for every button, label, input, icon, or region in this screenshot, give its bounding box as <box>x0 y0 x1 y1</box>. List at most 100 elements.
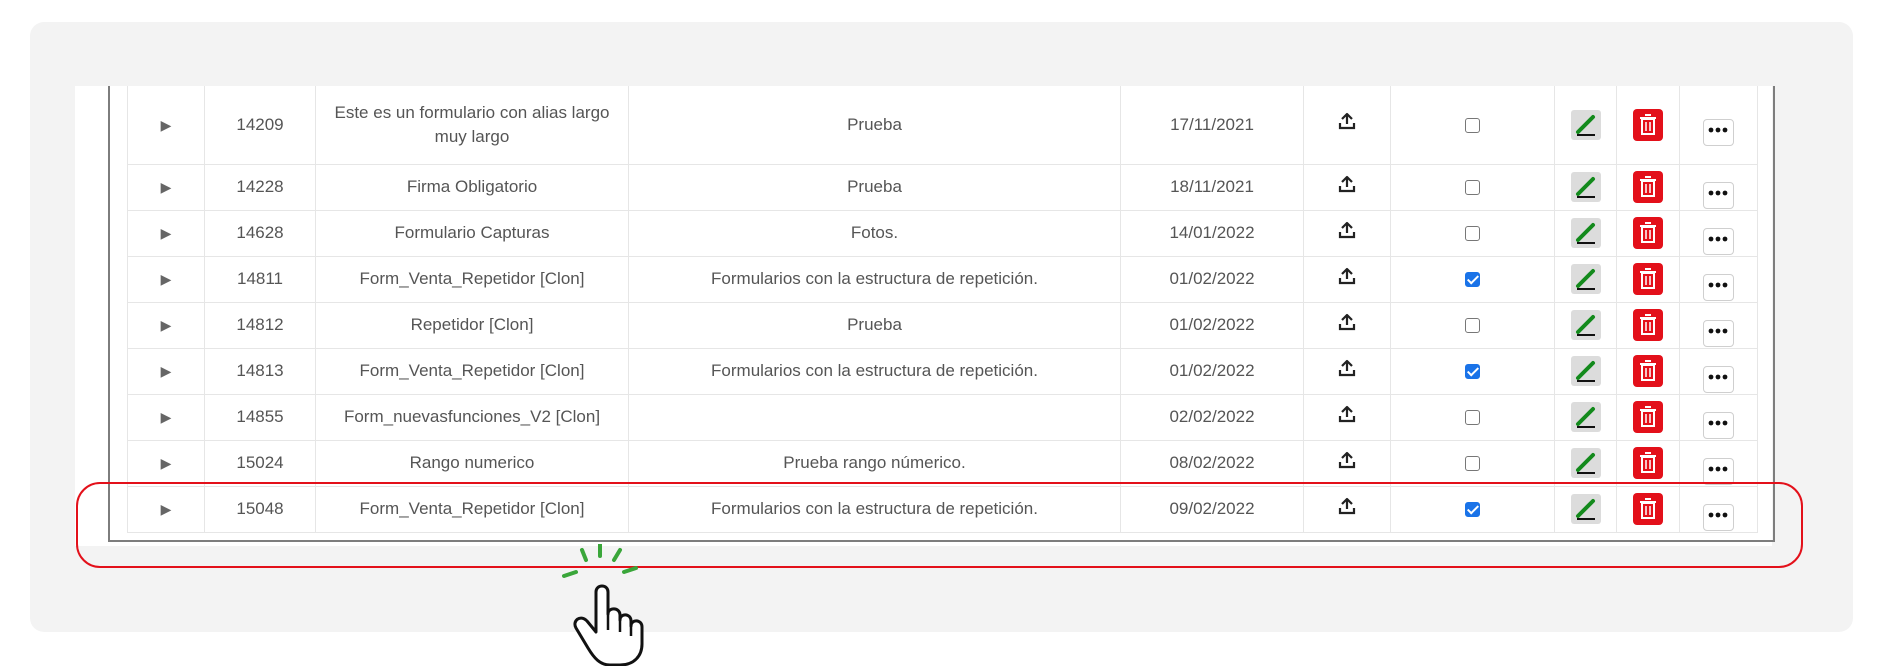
delete-cell[interactable] <box>1616 348 1680 395</box>
upload-icon[interactable] <box>1337 266 1357 286</box>
more-cell[interactable] <box>1679 256 1758 303</box>
delete-button[interactable] <box>1633 401 1663 433</box>
more-cell[interactable] <box>1679 86 1758 165</box>
more-cell[interactable] <box>1679 440 1758 487</box>
delete-button[interactable] <box>1633 217 1663 249</box>
row-checkbox[interactable] <box>1465 272 1480 288</box>
more-options-button[interactable] <box>1703 181 1734 209</box>
edit-button[interactable] <box>1570 264 1601 294</box>
expand-arrow-icon[interactable]: ▶ <box>161 179 172 195</box>
checkbox-cell[interactable] <box>1390 210 1555 257</box>
upload-cell[interactable] <box>1303 440 1391 487</box>
edit-cell[interactable] <box>1554 302 1617 349</box>
row-checkbox[interactable] <box>1465 456 1480 472</box>
edit-cell[interactable] <box>1554 164 1617 211</box>
delete-button[interactable] <box>1633 171 1663 203</box>
more-cell[interactable] <box>1679 348 1758 395</box>
expand-arrow-icon[interactable]: ▶ <box>161 317 172 333</box>
checkbox-cell[interactable] <box>1390 302 1555 349</box>
expand-arrow-icon[interactable]: ▶ <box>161 117 172 133</box>
delete-button[interactable] <box>1633 108 1663 141</box>
delete-button[interactable] <box>1633 355 1663 387</box>
edit-cell[interactable] <box>1554 86 1617 165</box>
more-cell[interactable] <box>1679 302 1758 349</box>
delete-button[interactable] <box>1633 263 1663 295</box>
expand-cell[interactable]: ▶ <box>127 394 205 441</box>
upload-cell[interactable] <box>1303 86 1391 165</box>
row-checkbox[interactable] <box>1465 410 1480 426</box>
expand-arrow-icon[interactable]: ▶ <box>161 271 172 287</box>
expand-cell[interactable]: ▶ <box>127 256 205 303</box>
upload-cell[interactable] <box>1303 210 1391 257</box>
table-row[interactable]: ▶ 14811 Form_Venta_Repetidor [Clon] Form… <box>127 256 1758 303</box>
upload-cell[interactable] <box>1303 394 1391 441</box>
delete-cell[interactable] <box>1616 256 1680 303</box>
upload-cell[interactable] <box>1303 164 1391 211</box>
upload-cell[interactable] <box>1303 302 1391 349</box>
edit-cell[interactable] <box>1554 394 1617 441</box>
upload-icon[interactable] <box>1337 220 1357 240</box>
table-row[interactable]: ▶ 15024 Rango numerico Prueba rango núme… <box>127 440 1758 487</box>
expand-arrow-icon[interactable]: ▶ <box>161 363 172 379</box>
table-row[interactable]: ▶ 14228 Firma Obligatorio Prueba 18/11/2… <box>127 164 1758 211</box>
row-checkbox[interactable] <box>1465 180 1480 196</box>
more-options-button[interactable] <box>1703 319 1734 347</box>
more-options-button[interactable] <box>1703 365 1734 393</box>
checkbox-cell[interactable] <box>1390 440 1555 487</box>
expand-cell[interactable]: ▶ <box>127 210 205 257</box>
more-cell[interactable] <box>1679 210 1758 257</box>
table-row[interactable]: ▶ 14855 Form_nuevasfunciones_V2 [Clon] 0… <box>127 394 1758 441</box>
delete-cell[interactable] <box>1616 394 1680 441</box>
checkbox-cell[interactable] <box>1390 164 1555 211</box>
checkbox-cell[interactable] <box>1390 86 1555 165</box>
row-checkbox[interactable] <box>1465 318 1480 334</box>
expand-cell[interactable]: ▶ <box>127 164 205 211</box>
delete-button[interactable] <box>1633 309 1663 341</box>
expand-arrow-icon[interactable]: ▶ <box>161 225 172 241</box>
expand-cell[interactable]: ▶ <box>127 302 205 349</box>
edit-button[interactable] <box>1570 172 1601 202</box>
delete-cell[interactable] <box>1616 440 1680 487</box>
edit-cell[interactable] <box>1554 348 1617 395</box>
delete-cell[interactable] <box>1616 210 1680 257</box>
more-options-button[interactable] <box>1703 411 1734 439</box>
expand-arrow-icon[interactable]: ▶ <box>161 455 172 471</box>
expand-cell[interactable]: ▶ <box>127 86 205 165</box>
more-options-button[interactable] <box>1703 119 1734 147</box>
edit-button[interactable] <box>1570 310 1601 340</box>
row-checkbox[interactable] <box>1465 226 1480 242</box>
table-row[interactable]: ▶ 14812 Repetidor [Clon] Prueba 01/02/20… <box>127 302 1758 349</box>
upload-icon[interactable] <box>1337 450 1357 470</box>
delete-button[interactable] <box>1633 447 1663 479</box>
table-row[interactable]: ▶ 14209 Este es un formulario con alias … <box>127 86 1758 165</box>
upload-icon[interactable] <box>1337 174 1357 194</box>
edit-button[interactable] <box>1570 356 1601 386</box>
row-checkbox[interactable] <box>1465 364 1480 380</box>
row-checkbox[interactable] <box>1465 117 1480 133</box>
more-cell[interactable] <box>1679 164 1758 211</box>
table-row[interactable]: ▶ 14628 Formulario Capturas Fotos. 14/01… <box>127 210 1758 257</box>
upload-icon[interactable] <box>1337 404 1357 424</box>
expand-cell[interactable]: ▶ <box>127 348 205 395</box>
edit-cell[interactable] <box>1554 440 1617 487</box>
checkbox-cell[interactable] <box>1390 348 1555 395</box>
delete-cell[interactable] <box>1616 86 1680 165</box>
edit-cell[interactable] <box>1554 210 1617 257</box>
more-options-button[interactable] <box>1703 457 1734 485</box>
edit-button[interactable] <box>1570 402 1601 432</box>
expand-cell[interactable]: ▶ <box>127 440 205 487</box>
more-options-button[interactable] <box>1703 273 1734 301</box>
checkbox-cell[interactable] <box>1390 394 1555 441</box>
edit-cell[interactable] <box>1554 256 1617 303</box>
edit-button[interactable] <box>1570 448 1601 478</box>
delete-cell[interactable] <box>1616 164 1680 211</box>
table-row[interactable]: ▶ 14813 Form_Venta_Repetidor [Clon] Form… <box>127 348 1758 395</box>
edit-button[interactable] <box>1570 218 1601 248</box>
expand-arrow-icon[interactable]: ▶ <box>161 409 172 425</box>
upload-icon[interactable] <box>1337 111 1357 131</box>
upload-icon[interactable] <box>1337 312 1357 332</box>
upload-cell[interactable] <box>1303 348 1391 395</box>
upload-cell[interactable] <box>1303 256 1391 303</box>
checkbox-cell[interactable] <box>1390 256 1555 303</box>
more-options-button[interactable] <box>1703 227 1734 255</box>
